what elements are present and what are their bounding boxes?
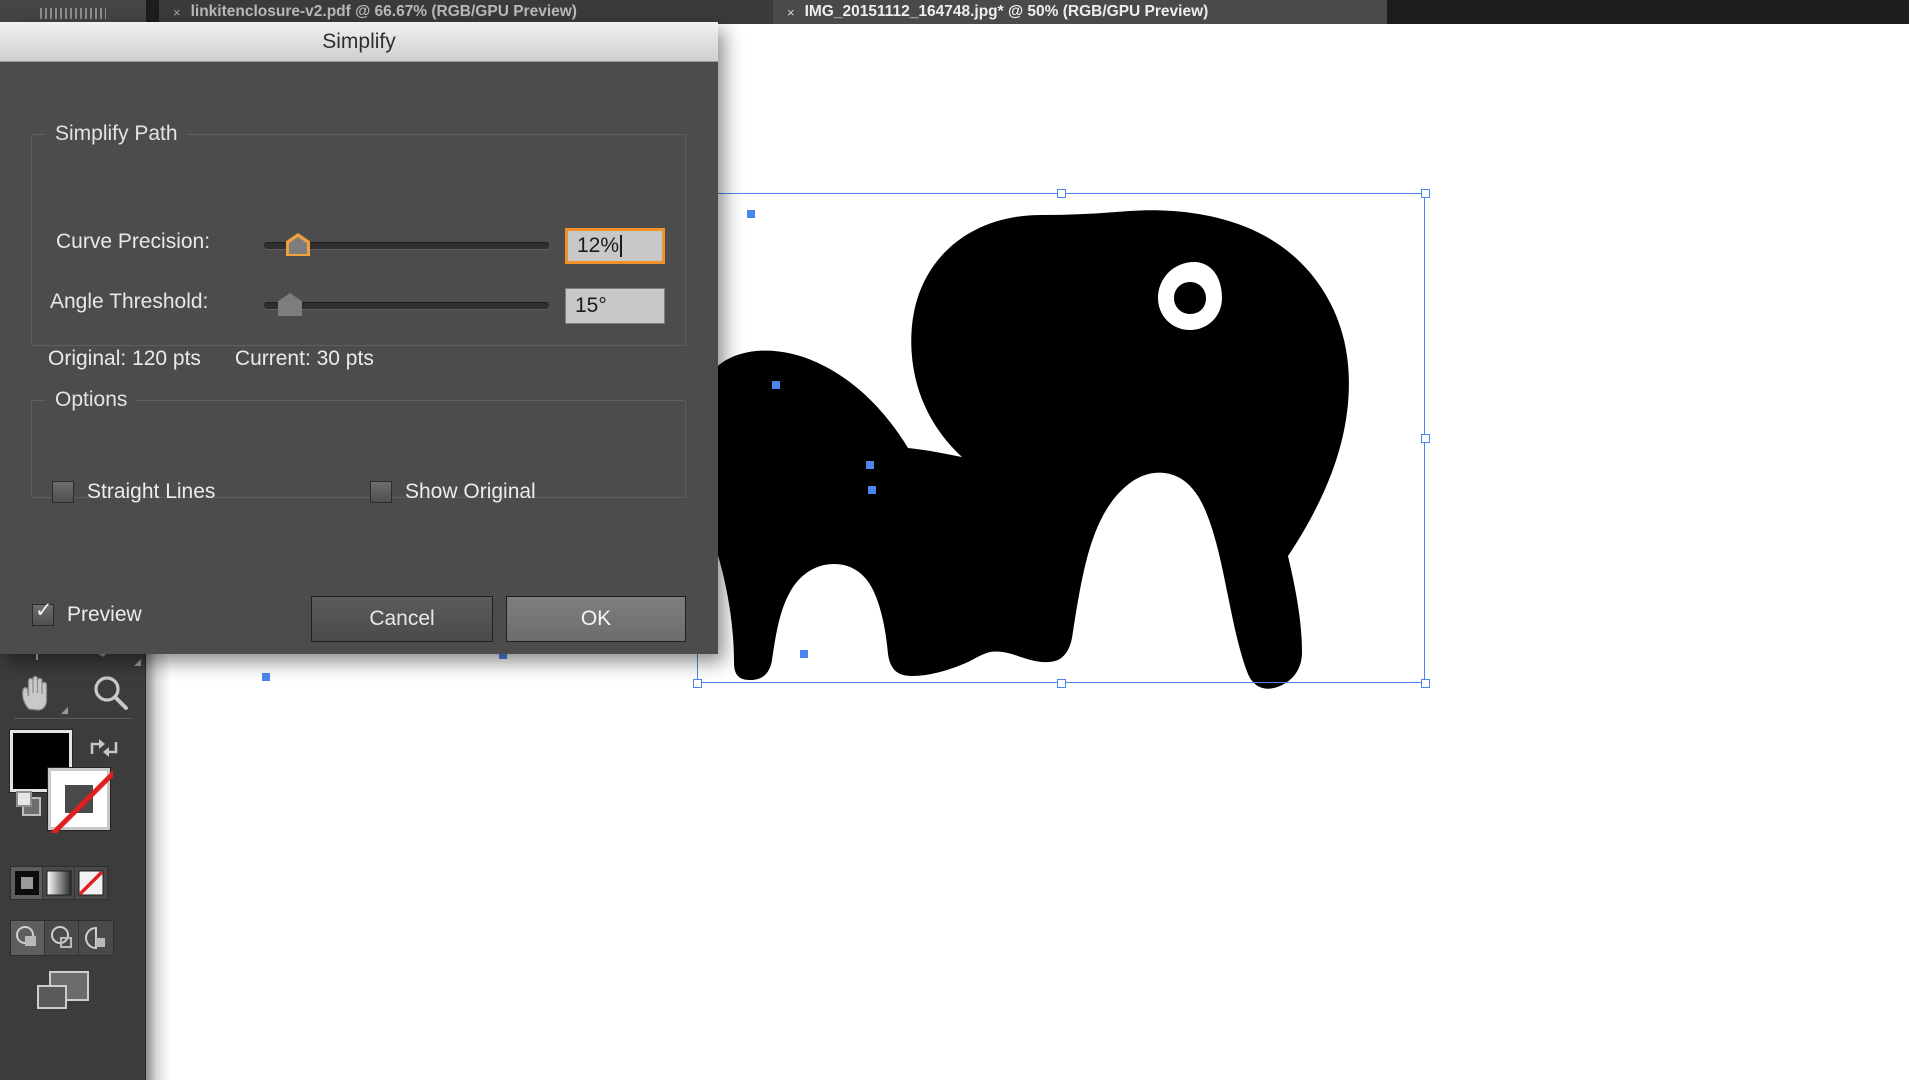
original-points-label: Original: 120 pts — [48, 347, 201, 370]
paint-mode-group — [10, 866, 108, 900]
straight-lines-label: Straight Lines — [87, 480, 216, 503]
paint-mode-color[interactable] — [11, 867, 43, 899]
default-fill-stroke-icon[interactable] — [14, 788, 48, 822]
dialog-title: Simplify — [0, 22, 718, 62]
angle-threshold-value: 15° — [575, 294, 607, 317]
tool-row-hand-zoom — [0, 668, 146, 718]
ok-button-label: OK — [580, 607, 612, 630]
sel-handle-bottom-center[interactable] — [1057, 679, 1066, 688]
tab-img-20151112[interactable]: × IMG_20151112_164748.jpg* @ 50% (RGB/GP… — [773, 0, 1387, 24]
draw-behind-mode[interactable] — [45, 921, 79, 955]
show-original-label: Show Original — [405, 480, 536, 503]
angle-threshold-slider[interactable] — [264, 292, 549, 316]
tool-group-indicator — [61, 707, 68, 714]
tools-divider — [14, 718, 132, 719]
stroke-swatch[interactable] — [47, 767, 113, 833]
selection-bounding-box[interactable] — [693, 189, 1430, 688]
anchor-point[interactable] — [772, 381, 780, 389]
hand-tool[interactable] — [0, 668, 73, 718]
points-info: Original: 120 pts Current: 30 pts — [48, 347, 374, 371]
show-original-checkbox[interactable] — [370, 481, 392, 503]
sel-handle-bottom-right[interactable] — [1421, 679, 1430, 688]
grip-dots-icon — [40, 8, 106, 19]
screen-mode-button[interactable] — [34, 968, 94, 1021]
tab-title: linkitenclosure-v2.pdf @ 66.67% (RGB/GPU… — [190, 3, 577, 20]
sel-handle-bottom-left[interactable] — [693, 679, 702, 688]
app-root: × linkitenclosure-v2.pdf @ 66.67% (RGB/G… — [0, 0, 1909, 1080]
anchor-point[interactable] — [747, 210, 755, 218]
options-legend: Options — [55, 388, 128, 411]
simplify-dialog[interactable]: Simplify Simplify Path Curve Precision: … — [0, 22, 718, 654]
preview-label: Preview — [67, 603, 142, 626]
change-screen-mode-icon — [37, 971, 89, 1009]
paint-mode-gradient[interactable] — [43, 867, 75, 899]
straight-lines-checkbox[interactable] — [52, 481, 74, 503]
none-square-icon — [78, 870, 104, 896]
anchor-point[interactable] — [866, 461, 874, 469]
close-icon[interactable]: × — [173, 5, 181, 20]
curve-precision-label: Curve Precision: — [56, 230, 211, 253]
paint-mode-none[interactable] — [75, 867, 107, 899]
draw-normal-mode[interactable] — [11, 921, 45, 955]
anchor-point[interactable] — [262, 673, 270, 681]
gradient-square-icon — [46, 870, 71, 896]
magnifier-icon — [93, 676, 128, 710]
anchor-point[interactable] — [868, 486, 876, 494]
tool-group-indicator — [134, 659, 141, 666]
draw-behind-icon — [50, 926, 72, 948]
sel-handle-top-center[interactable] — [1057, 189, 1066, 198]
drawing-mode-group — [10, 920, 114, 956]
slider-track[interactable] — [264, 302, 549, 309]
slider-thumb[interactable] — [278, 293, 302, 316]
close-icon[interactable]: × — [787, 5, 795, 20]
current-points-label: Current: 30 pts — [234, 347, 374, 370]
text-caret — [620, 235, 622, 257]
angle-threshold-row: Angle Threshold: — [50, 290, 208, 314]
preview-checkbox[interactable] — [32, 600, 54, 626]
tab-title: IMG_20151112_164748.jpg* @ 50% (RGB/GPU … — [804, 3, 1209, 20]
angle-threshold-input[interactable]: 15° — [565, 288, 665, 324]
none-slash-icon — [49, 769, 113, 833]
cancel-button-label: Cancel — [369, 607, 435, 630]
color-square-icon — [14, 871, 39, 895]
preview-checkbox-row[interactable]: Preview — [32, 600, 142, 627]
curve-precision-input[interactable]: 12% — [565, 228, 665, 264]
draw-normal-icon — [15, 926, 36, 946]
curve-precision-row: Curve Precision: — [56, 230, 210, 254]
ok-button[interactable]: OK — [506, 596, 686, 642]
hand-icon — [21, 675, 47, 711]
anchor-point[interactable] — [800, 650, 808, 658]
draw-inside-mode[interactable] — [79, 921, 113, 955]
straight-lines-checkbox-row[interactable]: Straight Lines — [52, 480, 215, 504]
draw-inside-icon — [85, 926, 105, 950]
cancel-button[interactable]: Cancel — [311, 596, 493, 642]
curve-precision-value: 12% — [577, 234, 620, 257]
sel-handle-middle-right[interactable] — [1421, 434, 1430, 443]
simplify-path-legend: Simplify Path — [55, 122, 178, 145]
sel-handle-top-right[interactable] — [1421, 189, 1430, 198]
tab-linkitenclosure[interactable]: × linkitenclosure-v2.pdf @ 66.67% (RGB/G… — [159, 0, 773, 24]
document-tab-bar: × linkitenclosure-v2.pdf @ 66.67% (RGB/G… — [0, 0, 1909, 24]
fill-stroke-controls — [9, 729, 136, 840]
zoom-tool[interactable] — [73, 668, 146, 718]
slider-thumb[interactable] — [286, 233, 310, 256]
show-original-checkbox-row[interactable]: Show Original — [370, 480, 536, 504]
swap-fill-stroke-icon[interactable] — [88, 734, 122, 762]
slider-thumb-core — [289, 237, 307, 254]
curve-precision-slider[interactable] — [264, 232, 549, 256]
angle-threshold-label: Angle Threshold: — [50, 290, 209, 313]
